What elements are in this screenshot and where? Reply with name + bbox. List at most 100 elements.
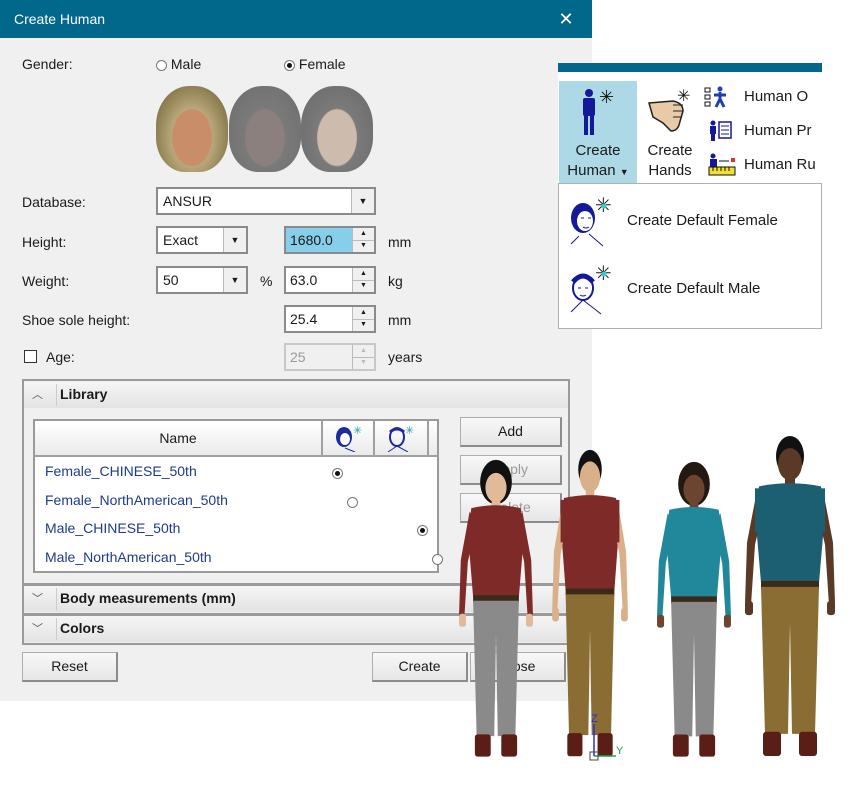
male-radio-label: Male (170, 56, 202, 72)
spin-down-icon[interactable]: ▼ (353, 280, 374, 292)
ribbon-panel: ✳ Create Human ▼ ✳ Create Hands Human O … (558, 63, 822, 183)
age-checkbox[interactable] (24, 350, 37, 363)
african-female-face-thumbnail[interactable] (229, 86, 301, 172)
create-human-icon: ✳ (583, 87, 614, 135)
chevron-up-icon[interactable]: ︿ (32, 386, 43, 402)
create-hands-ribbon-button[interactable]: ✳ Create Hands (638, 81, 702, 183)
human-ruler-button[interactable]: Human Ru (708, 153, 816, 176)
weight-unit: kg (388, 273, 403, 289)
database-select[interactable]: ANSUR ▼ (156, 187, 376, 215)
svg-text:✳: ✳ (677, 88, 690, 105)
column-header-male-default[interactable]: ✳ (375, 421, 429, 457)
weight-label: Weight: (22, 273, 70, 289)
column-header-filler (429, 421, 437, 457)
default-male-icon: ✳ (570, 264, 612, 315)
create-human-dropdown-menu: ✳ Create Default Female ✳ Create Default… (558, 183, 822, 329)
library-header[interactable]: ︿ Library (24, 382, 568, 408)
weight-percentile-select[interactable]: 50 ▼ (156, 266, 248, 294)
human-operations-icon (704, 86, 728, 108)
body-measurements-title: Body measurements (mm) (60, 590, 236, 606)
chevron-down-icon[interactable]: ﹀ (32, 590, 43, 606)
human-operations-button[interactable]: Human O (704, 86, 809, 108)
library-row[interactable]: Female_NorthAmerican_50th (45, 492, 228, 508)
northamerican-female-figure[interactable] (650, 460, 738, 764)
library-row[interactable]: Female_CHINESE_50th (45, 463, 197, 479)
library-row[interactable]: Male_CHINESE_50th (45, 520, 180, 536)
female-default-radio[interactable] (346, 496, 358, 508)
male-head-icon: ✳ (387, 425, 414, 453)
chevron-down-icon[interactable]: ﹀ (32, 620, 43, 636)
shoe-sole-spinbox[interactable]: 25.4 ▲ ▼ (284, 305, 376, 333)
body-measurements-header[interactable]: ﹀ Body measurements (mm) (24, 586, 568, 612)
shoe-sole-value[interactable]: 25.4 (290, 311, 317, 327)
default-female-icon: ✳ (570, 196, 612, 247)
female-head-icon: ✳ (336, 425, 362, 453)
male-default-radio[interactable] (416, 524, 428, 536)
reset-button[interactable]: Reset (22, 652, 118, 682)
column-header-female-default[interactable]: ✳ (323, 421, 375, 457)
height-spinbox[interactable]: 1680.0 ▲ ▼ (284, 226, 376, 254)
male-default-radio[interactable] (431, 553, 443, 565)
create-hands-label-1: Create (647, 142, 693, 159)
gender-label: Gender: (22, 56, 73, 72)
northamerican-male-figure[interactable] (740, 432, 840, 764)
chevron-down-icon[interactable]: ▼ (223, 228, 246, 252)
dialog-titlebar[interactable]: Create Human ✕ (0, 0, 592, 38)
weight-value[interactable]: 63.0 (290, 272, 317, 288)
axis-y-label: Y (616, 745, 624, 757)
svg-text:✳: ✳ (353, 425, 362, 437)
colors-title: Colors (60, 620, 105, 636)
spin-down-icon[interactable]: ▼ (353, 240, 374, 252)
age-spinbox: 25 ▲ ▼ (284, 343, 376, 371)
female-radio-button[interactable] (284, 59, 295, 71)
create-hands-label-2: Hands (648, 162, 692, 179)
axis-gizmo: Z Y (586, 712, 636, 762)
human-operations-label: Human O (744, 88, 809, 105)
create-human-dialog: Create Human ✕ Gender: Male Female Datab… (0, 0, 592, 701)
apply-button[interactable]: Apply (460, 455, 562, 485)
female-default-radio[interactable] (332, 467, 343, 479)
gender-female-radio[interactable]: Female (284, 56, 346, 72)
asian-female-face-thumbnail[interactable] (301, 86, 373, 172)
create-human-ribbon-button[interactable]: ✳ Create Human ▼ (559, 81, 637, 183)
chevron-down-icon[interactable]: ▼ (351, 189, 374, 213)
create-default-female-menu-item[interactable]: ✳ Create Default Female (559, 194, 821, 250)
chevron-down-icon[interactable]: ▼ (223, 268, 246, 292)
database-label: Database: (22, 194, 86, 210)
age-unit: years (388, 349, 423, 365)
female-radio-label: Female (298, 56, 346, 72)
create-default-female-label: Create Default Female (627, 212, 778, 229)
create-default-male-menu-item[interactable]: ✳ Create Default Male (559, 262, 821, 318)
chevron-down-icon[interactable]: ▼ (620, 167, 629, 177)
height-unit: mm (388, 234, 412, 250)
create-hands-icon: ✳ (648, 88, 690, 132)
human-properties-button[interactable]: Human Pr (708, 120, 812, 141)
age-label: Age: (46, 349, 75, 365)
weight-spinbox[interactable]: 63.0 ▲ ▼ (284, 266, 376, 294)
library-table: Name ✳ ✳ Female_CHINESE_50th Female_Nort… (33, 419, 443, 573)
create-button[interactable]: Create (372, 652, 468, 682)
height-value[interactable]: 1680.0 (290, 232, 333, 248)
human-properties-label: Human Pr (744, 122, 812, 139)
add-button[interactable]: Add (460, 417, 562, 447)
database-value: ANSUR (163, 193, 213, 209)
library-row[interactable]: Male_NorthAmerican_50th (45, 549, 212, 565)
column-header-name[interactable]: Name (35, 421, 323, 457)
svg-text:✳: ✳ (405, 425, 414, 437)
spin-down-icon[interactable]: ▼ (353, 319, 374, 331)
colors-header[interactable]: ﹀ Colors (24, 616, 568, 642)
male-radio-button[interactable] (156, 59, 167, 71)
close-icon[interactable]: ✕ (554, 6, 578, 32)
weight-percentile-value: 50 (163, 272, 179, 288)
ribbon-top-bar (558, 63, 822, 72)
age-value: 25 (290, 349, 306, 365)
axis-z-label: Z (591, 713, 598, 725)
close-button[interactable]: Close (470, 652, 566, 682)
svg-text:✳: ✳ (599, 87, 614, 107)
gender-male-radio[interactable]: Male (156, 56, 201, 72)
create-human-label-2: Human ▼ (567, 162, 629, 179)
create-human-label-1: Create (575, 142, 621, 159)
caucasian-female-face-thumbnail[interactable] (156, 86, 228, 172)
height-mode-select[interactable]: Exact ▼ (156, 226, 248, 254)
delete-button[interactable]: Delete (460, 493, 562, 523)
